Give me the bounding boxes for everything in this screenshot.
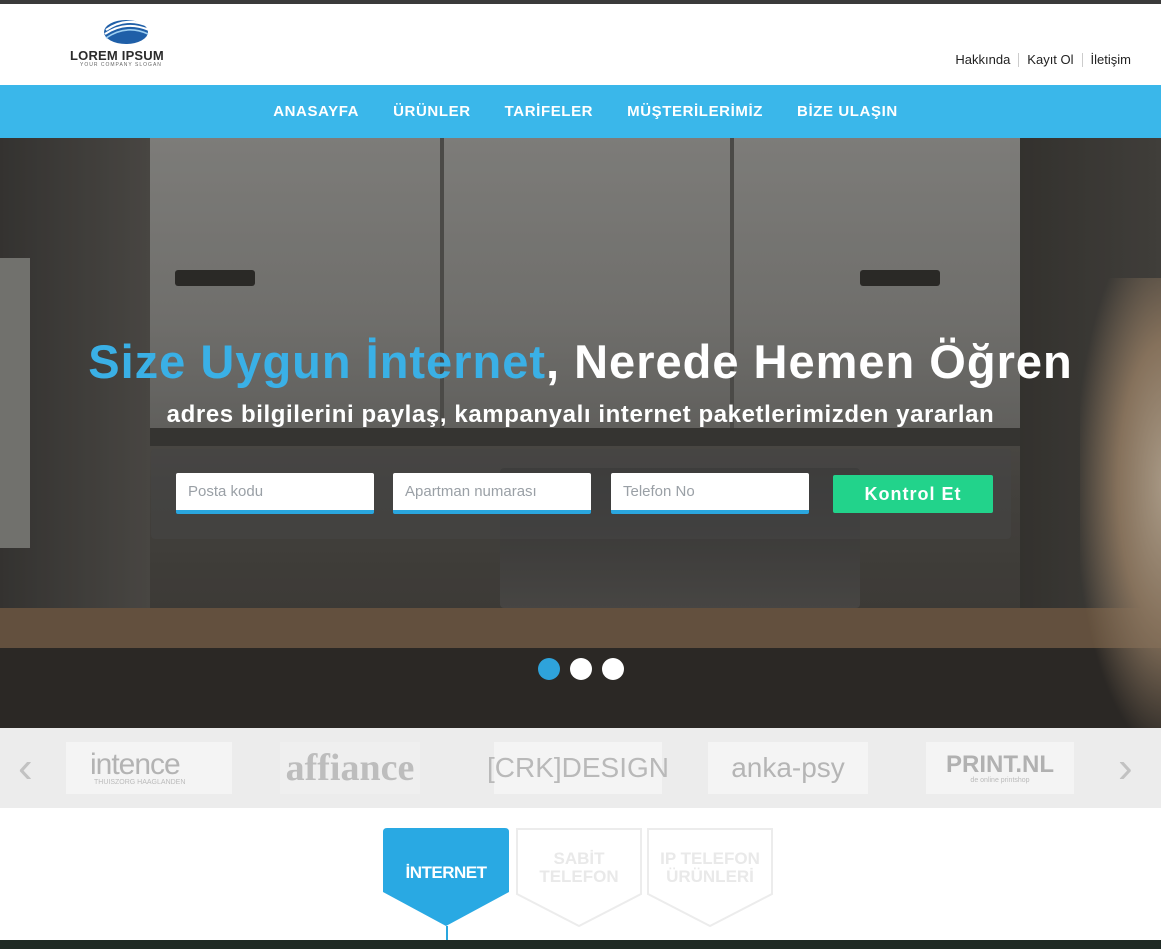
hero-subtitle: adres bilgilerini paylaş, kampanyalı int… [166,401,995,428]
partner-logo-subtext: THUISZORG HAAGLANDEN [94,778,186,786]
logo-swoosh-icon [104,20,150,44]
carousel-prev-arrow-icon[interactable]: ‹ [18,746,33,790]
main-nav: ANASAYFA ÜRÜNLER TARİFELER MÜŞTERİLERİMİ… [0,85,1161,138]
postcode-input[interactable] [176,473,374,514]
hero-title-highlight: Size Uygun İnternet [88,335,546,388]
phone-input[interactable] [611,473,809,514]
hero-title: Size Uygun İnternet, Nerede Hemen Öğren [0,334,1161,389]
top-link-about[interactable]: Hakkında [947,53,1018,67]
partner-logo-print[interactable]: PRINT.NL de online printshop [926,742,1074,794]
nav-item-contact[interactable]: BİZE ULAŞIN [797,103,898,120]
partner-logo-crk[interactable]: [CRK]DESIGN [487,742,669,794]
tab-label: IP TELEFON ÜRÜNLERİ [660,849,760,886]
logo-name: LOREM IPSUM [70,48,164,63]
product-tabs: İNTERNET SABİT TELEFON IP TELEFON ÜRÜNLERİ [383,828,783,938]
nav-item-home[interactable]: ANASAYFA [273,103,359,120]
partner-logo-affiance[interactable]: affiance [280,742,420,794]
partner-carousel: ‹ intence THUISZORG HAAGLANDEN affiance … [0,728,1161,808]
slider-dots [538,658,624,680]
top-links: Hakkında Kayıt Ol İletişim [947,53,1131,67]
tab-ip-phone[interactable]: IP TELEFON ÜRÜNLERİ [647,828,773,928]
availability-form: Kontrol Et [151,449,1011,539]
tab-landline[interactable]: SABİT TELEFON [516,828,642,928]
nav-item-tariffs[interactable]: TARİFELER [505,103,593,120]
carousel-next-arrow-icon[interactable]: › [1118,746,1133,790]
top-link-contact[interactable]: İletişim [1081,53,1131,67]
partner-logo-text: intence [90,747,181,781]
next-section-strip [0,940,1161,949]
hero-title-rest: , Nerede Hemen Öğren [546,335,1073,388]
partner-logo-text: PRINT.NL [946,750,1054,778]
tab-label: İNTERNET [405,863,488,882]
company-logo[interactable]: LOREM IPSUM YOUR COMPANY SLOGAN [68,18,186,70]
partner-logo-subtext: de online printshop [970,776,1030,784]
nav-item-customers[interactable]: MÜŞTERİLERİMİZ [627,103,763,120]
apartment-input[interactable] [393,473,591,514]
slider-dot-1[interactable] [538,658,560,680]
partner-logo-anka[interactable]: anka-psy [708,742,868,794]
top-link-register[interactable]: Kayıt Ol [1018,53,1081,67]
check-button[interactable]: Kontrol Et [833,475,993,513]
site-header: LOREM IPSUM YOUR COMPANY SLOGAN Hakkında… [0,4,1161,85]
tab-internet[interactable]: İNTERNET [383,828,509,926]
partner-logo-text: [CRK]DESIGN [486,752,670,783]
hero-overlay [0,138,1161,728]
hero-slider: Size Uygun İnternet, Nerede Hemen Öğren … [0,138,1161,728]
logo-slogan: YOUR COMPANY SLOGAN [80,62,162,68]
slider-dot-3[interactable] [602,658,624,680]
partner-logo-text: anka-psy [731,752,845,783]
nav-item-products[interactable]: ÜRÜNLER [393,103,471,120]
partner-logo-intence[interactable]: intence THUISZORG HAAGLANDEN [66,742,232,794]
slider-dot-2[interactable] [570,658,592,680]
tab-label: SABİT TELEFON [539,849,619,886]
partner-logo-text: affiance [285,747,415,789]
